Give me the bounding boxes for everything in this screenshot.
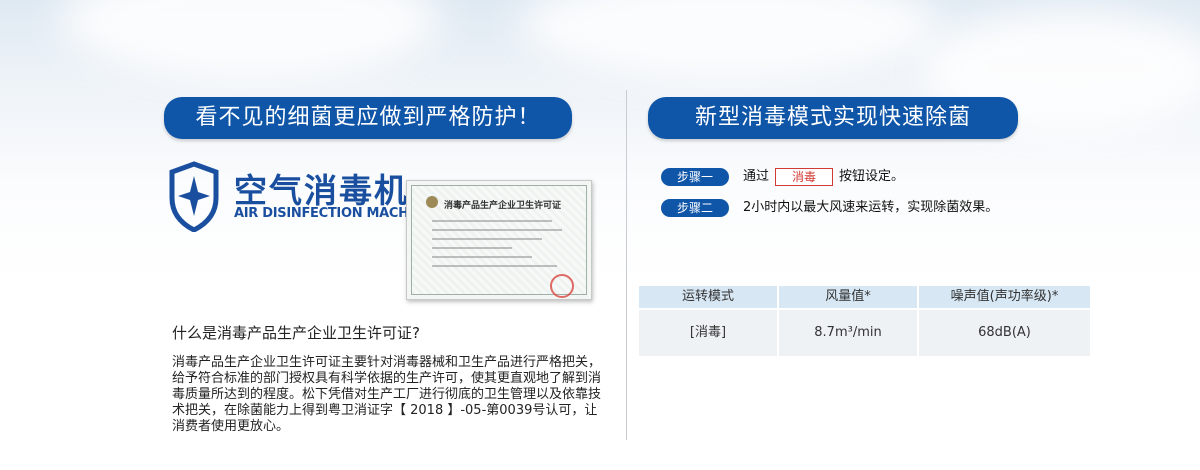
step-text-prefix: 通过 bbox=[743, 169, 770, 184]
table-header-cell: 运转模式 bbox=[639, 286, 779, 308]
certificate-text-line bbox=[432, 247, 512, 249]
certificate-text-line bbox=[432, 229, 562, 231]
shield-icon bbox=[169, 161, 219, 232]
certificate-text-line bbox=[432, 220, 552, 222]
step-text: 通过 消毒 按钮设定。 bbox=[743, 168, 904, 186]
background-cloud bbox=[60, 0, 440, 80]
table-cell: 68dB(A) bbox=[978, 325, 1031, 340]
step-one: 步骤一 通过 消毒 按钮设定。 bbox=[661, 168, 1061, 188]
certificate-title: 消毒产品生产企业卫生许可证 bbox=[444, 201, 562, 211]
logo-title-cn: 空气消毒机 bbox=[234, 171, 409, 210]
step-two: 步骤二 2小时内以最大风速来运转，实现除菌效果。 bbox=[661, 199, 1081, 219]
question-title: 什么是消毒产品生产企业卫生许可证? bbox=[172, 324, 420, 342]
left-heading-banner: 看不见的细菌更应做到严格防护！ bbox=[164, 97, 572, 139]
background-cloud bbox=[520, 0, 940, 80]
seal-stamp bbox=[550, 274, 574, 298]
brand-logo: 空气消毒机 AIR DISINFECTION MACHINE bbox=[166, 160, 433, 232]
emblem-icon bbox=[426, 196, 438, 208]
certificate-text-line bbox=[432, 256, 532, 258]
table-row: [消毒] 8.7m³/min 68dB(A) bbox=[639, 310, 1090, 356]
step-text: 2小时内以最大风速来运转，实现除菌效果。 bbox=[743, 200, 999, 215]
table-cell: [消毒] bbox=[639, 310, 779, 356]
table-cell: 8.7m³/min bbox=[779, 310, 919, 356]
step-badge: 步骤一 bbox=[661, 168, 729, 186]
column-divider bbox=[626, 90, 627, 440]
table-header-cell: 噪声值(声功率级)* bbox=[950, 289, 1059, 304]
table-header-row: 运转模式 风量值* 噪声值(声功率级)* bbox=[639, 286, 1090, 308]
license-description: 消毒产品生产企业卫生许可证主要针对消毒器械和卫生产品进行严格把关，给予符合标准的… bbox=[172, 355, 602, 434]
table-header-cell: 风量值* bbox=[779, 286, 919, 308]
disinfect-button[interactable]: 消毒 bbox=[775, 168, 834, 186]
certificate-frame: 消毒产品生产企业卫生许可证 bbox=[411, 185, 587, 298]
step-badge: 步骤二 bbox=[661, 199, 729, 217]
right-heading-banner: 新型消毒模式实现快速除菌 bbox=[648, 97, 1018, 139]
logo-title-en: AIR DISINFECTION MACHINE bbox=[234, 206, 433, 221]
certificate-text-line bbox=[432, 265, 557, 267]
step-text-suffix: 按钮设定。 bbox=[839, 169, 905, 184]
certificate-text-line bbox=[432, 238, 542, 240]
license-certificate-image: 消毒产品生产企业卫生许可证 bbox=[406, 180, 592, 300]
spec-table: 运转模式 风量值* 噪声值(声功率级)* [消毒] 8.7m³/min 68dB… bbox=[639, 286, 1090, 356]
